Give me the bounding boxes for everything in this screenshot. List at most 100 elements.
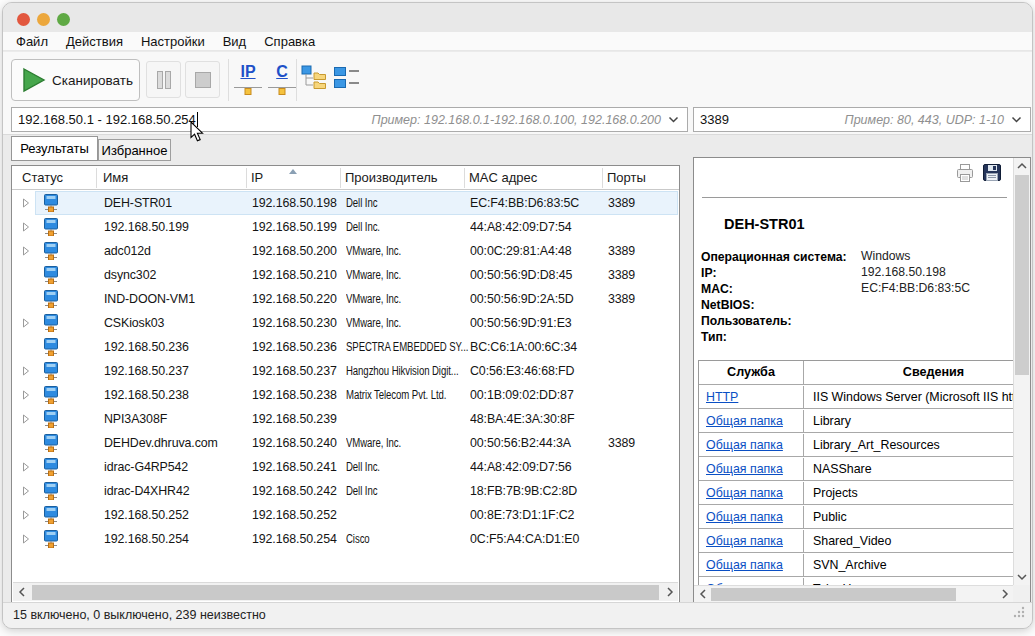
device-row[interactable]: idrac-G4RP542192.168.50.241Dell Inc.44:A… xyxy=(13,455,678,479)
expand-arrow-icon[interactable] xyxy=(22,503,34,527)
expand-arrow-icon[interactable] xyxy=(22,455,34,479)
expand-arrow-icon[interactable] xyxy=(22,359,34,383)
column-separator[interactable] xyxy=(464,168,465,188)
detail-field: IP:192.168.50.198 xyxy=(701,264,1009,280)
tree-view-button[interactable] xyxy=(301,64,331,94)
chevron-down-icon[interactable] xyxy=(668,116,679,123)
scroll-right-arrow[interactable] xyxy=(661,583,678,601)
scroll-left-arrow[interactable] xyxy=(694,586,711,602)
column-separator[interactable] xyxy=(246,168,247,188)
column-header-4[interactable]: MAC адрес xyxy=(469,166,537,190)
scrollbar-thumb[interactable] xyxy=(32,585,659,600)
minimize-window-button[interactable] xyxy=(37,13,50,26)
device-row[interactable]: 192.168.50.199192.168.50.199Dell Inc.44:… xyxy=(13,215,678,239)
service-link[interactable]: Общая папка xyxy=(706,534,783,548)
computer-icon xyxy=(42,503,62,527)
cell-name: DEH-STR01 xyxy=(104,191,250,215)
scroll-up-arrow[interactable] xyxy=(1014,158,1030,174)
column-separator[interactable] xyxy=(340,168,341,188)
menu-item-4[interactable]: Справка xyxy=(264,34,315,49)
device-row[interactable]: DEH-STR01192.168.50.198Dell IncEC:F4:BB:… xyxy=(13,191,678,215)
device-row[interactable]: DEHDev.dhruva.com192.168.50.240VMware, I… xyxy=(13,431,678,455)
scroll-down-arrow[interactable] xyxy=(1014,569,1030,585)
scan-button[interactable]: Сканировать xyxy=(11,59,140,101)
scrollbar-thumb[interactable] xyxy=(711,588,956,601)
details-vertical-scrollbar[interactable] xyxy=(1013,158,1030,585)
device-row[interactable]: 192.168.50.252192.168.50.25200:8E:73:D1:… xyxy=(13,503,678,527)
service-link[interactable]: Общая папка xyxy=(706,462,783,476)
service-link[interactable]: HTTP xyxy=(706,390,738,404)
device-row[interactable]: CSKiosk03192.168.50.230VMware, Inc.00:50… xyxy=(13,311,678,335)
column-separator[interactable] xyxy=(96,168,97,188)
save-button[interactable] xyxy=(982,163,1003,187)
service-row: Общая папкаPublic xyxy=(699,504,1013,529)
titlebar[interactable] xyxy=(3,3,1032,32)
menu-item-2[interactable]: Настройки xyxy=(141,34,205,49)
resize-grip[interactable] xyxy=(1012,605,1026,623)
details-horizontal-scrollbar[interactable] xyxy=(694,585,1013,602)
device-row[interactable]: 192.168.50.237192.168.50.237Hangzhou Hik… xyxy=(13,359,678,383)
expand-arrow-icon[interactable] xyxy=(22,215,34,239)
expand-arrow-icon[interactable] xyxy=(22,311,34,335)
service-link[interactable]: Общая папка xyxy=(706,486,783,500)
device-row[interactable]: IND-DOON-VM1192.168.50.220VMware, Inc.00… xyxy=(13,287,678,311)
play-icon xyxy=(20,67,46,93)
service-info: IIS Windows Server (Microsoft IIS htt xyxy=(805,386,1013,409)
services-table: СлужбаСведенияHTTPIIS Windows Server (Mi… xyxy=(698,360,1013,586)
device-row[interactable]: adc012d192.168.50.200VMware, Inc.00:0C:2… xyxy=(13,239,678,263)
expand-arrow-icon[interactable] xyxy=(22,383,34,407)
computer-icon xyxy=(42,407,62,431)
menu-item-1[interactable]: Действия xyxy=(66,34,123,49)
expand-arrow-icon[interactable] xyxy=(22,407,34,431)
pause-button[interactable] xyxy=(146,61,181,98)
device-row[interactable]: dsync302192.168.50.210VMware, Inc.00:50:… xyxy=(13,263,678,287)
ip-range-input[interactable]: 192.168.50.1 - 192.168.50.254 Пример: 19… xyxy=(11,107,688,132)
device-row[interactable]: NPI3A308F192.168.50.23948:BA:4E:3A:30:8F xyxy=(13,407,678,431)
service-link[interactable]: Общая папка xyxy=(706,558,783,572)
scan-ip-class-button[interactable]: IP xyxy=(231,62,265,102)
expand-arrow-icon[interactable] xyxy=(22,191,34,215)
chevron-down-icon[interactable] xyxy=(1011,116,1022,123)
column-header-5[interactable]: Порты xyxy=(607,166,646,190)
column-header-1[interactable]: Имя xyxy=(103,166,128,190)
scan-c-class-button[interactable]: C xyxy=(265,62,299,102)
list-view-button[interactable] xyxy=(333,64,363,94)
service-link[interactable]: Общая папка xyxy=(706,510,783,524)
scrollbar-thumb[interactable] xyxy=(1015,175,1029,375)
close-window-button[interactable] xyxy=(17,13,30,26)
column-header-3[interactable]: Производитель xyxy=(345,166,438,190)
device-row[interactable]: 192.168.50.254192.168.50.254Cisco0C:F5:A… xyxy=(13,527,678,551)
device-row[interactable]: idrac-D4XHR42192.168.50.242Dell Inc18:FB… xyxy=(13,479,678,503)
menu-item-3[interactable]: Вид xyxy=(223,34,247,49)
column-separator[interactable] xyxy=(602,168,603,188)
cell-ip: 192.168.50.240 xyxy=(252,431,344,455)
tab-favorites[interactable]: Избранное xyxy=(98,139,171,161)
expand-arrow-icon[interactable] xyxy=(22,527,34,551)
tab-results[interactable]: Результаты xyxy=(11,136,98,161)
expand-arrow-icon[interactable] xyxy=(22,479,34,503)
expand-arrow-icon[interactable] xyxy=(22,239,34,263)
service-link[interactable]: Общая папка xyxy=(706,414,783,428)
print-button[interactable] xyxy=(954,163,976,187)
results-horizontal-scrollbar[interactable] xyxy=(13,582,678,601)
computer-icon xyxy=(42,311,62,335)
menu-item-0[interactable]: Файл xyxy=(16,34,48,49)
zoom-window-button[interactable] xyxy=(57,13,70,26)
port-input[interactable]: 3389 Пример: 80, 443, UDP: 1-10 xyxy=(693,107,1031,132)
service-link[interactable]: Общая папка xyxy=(706,438,783,452)
ip-range-value: 192.168.50.1 - 192.168.50.254 xyxy=(18,112,196,127)
stop-button[interactable] xyxy=(185,61,220,98)
computer-icon xyxy=(42,287,62,311)
scroll-right-arrow[interactable] xyxy=(996,586,1013,602)
cell-mac: 00:50:56:9D:91:E3 xyxy=(470,311,606,335)
device-row[interactable]: 192.168.50.236192.168.50.236SPECTRA EMBE… xyxy=(13,335,678,359)
column-header-0[interactable]: Статус xyxy=(22,166,63,190)
column-header-2[interactable]: IP xyxy=(251,166,263,190)
cell-vendor: Matrix Telecom Pvt. Ltd. xyxy=(346,383,469,407)
computer-icon xyxy=(42,335,62,359)
results-table: Статус Имя IP Производитель MAC адрес Порты D… xyxy=(11,165,680,603)
cell-vendor xyxy=(346,407,469,431)
scroll-left-arrow[interactable] xyxy=(13,583,30,601)
detail-field-label: Операционная система: xyxy=(701,250,847,264)
device-row[interactable]: 192.168.50.238192.168.50.238Matrix Telec… xyxy=(13,383,678,407)
